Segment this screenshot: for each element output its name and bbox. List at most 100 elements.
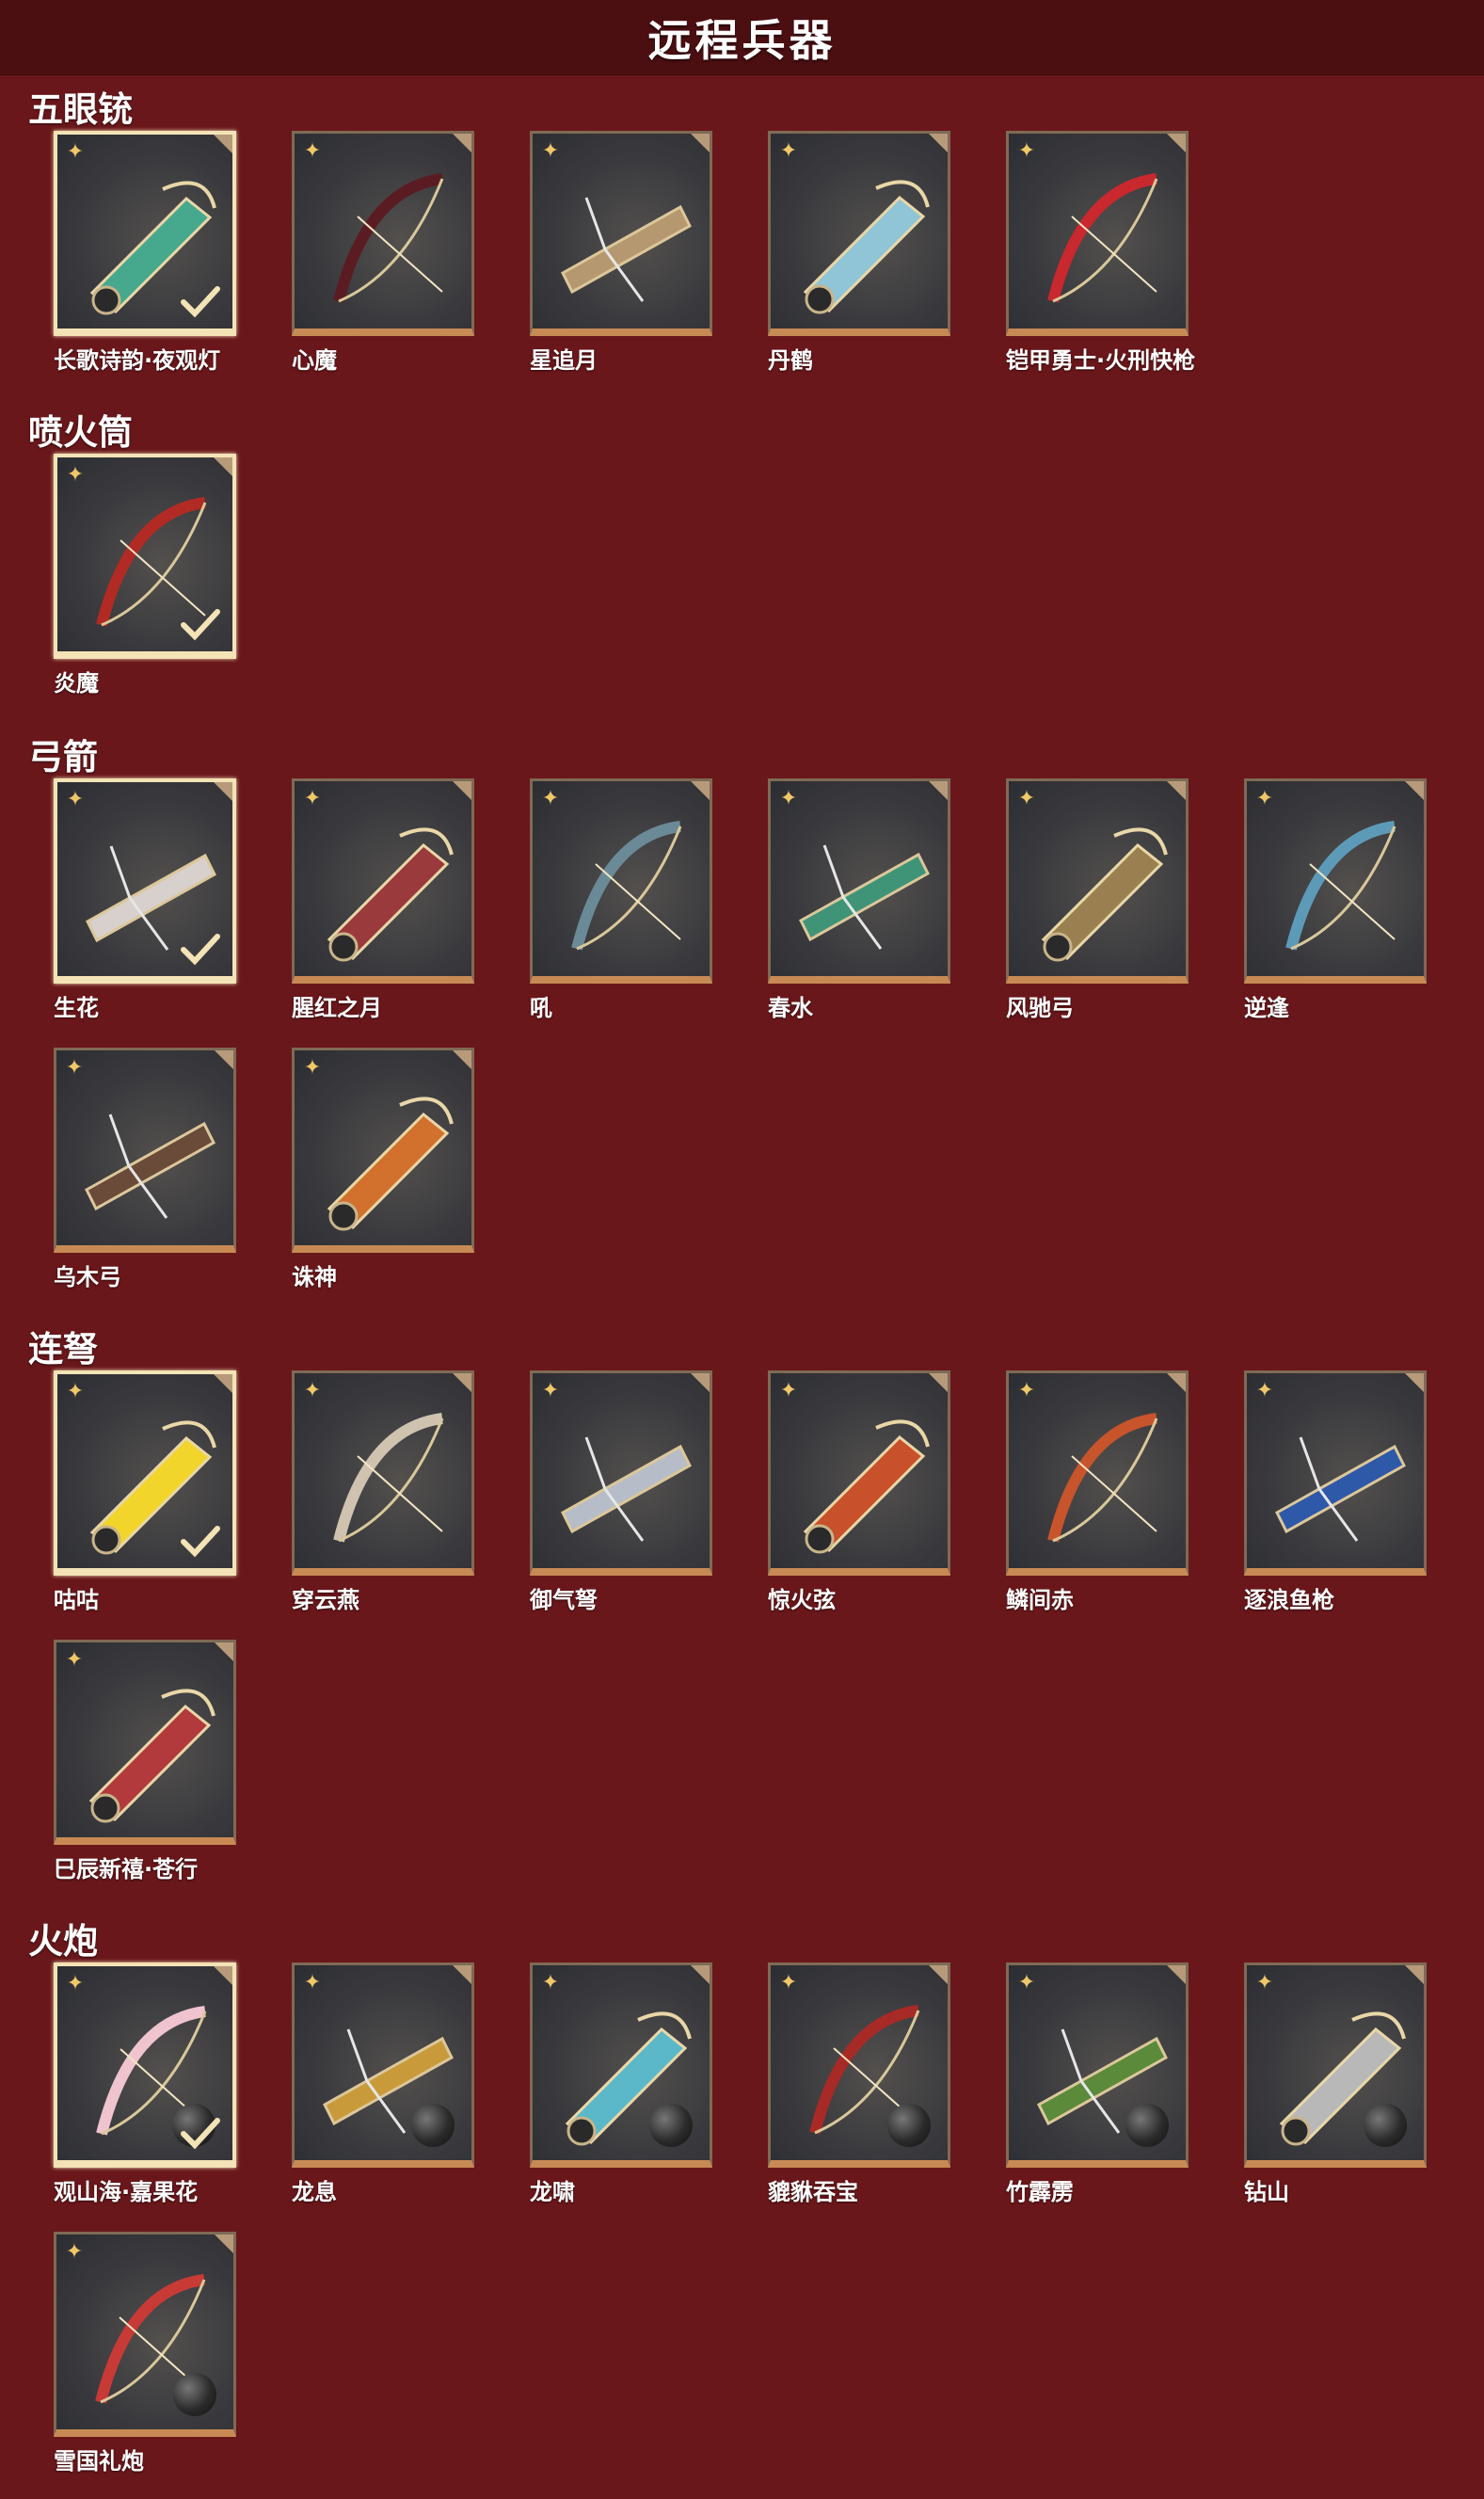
weapon-item[interactable]: ✦ 鳞间赤 <box>1006 1370 1189 1615</box>
weapon-name: 御气弩 <box>530 1587 598 1613</box>
weapon-card[interactable]: ✦ <box>1006 1370 1189 1576</box>
weapon-card[interactable]: ✦ <box>768 778 950 984</box>
weapon-name: 春水 <box>768 995 813 1021</box>
star-icon: ✦ <box>1017 1971 1036 1994</box>
star-icon: ✦ <box>303 1056 322 1080</box>
weapon-image <box>799 844 930 950</box>
weapon-name: 风驰弓 <box>1006 995 1074 1021</box>
weapon-card[interactable]: ✦ <box>54 1048 236 1253</box>
star-icon: ✦ <box>66 140 85 164</box>
corner-tab-icon <box>453 1373 471 1392</box>
weapon-item[interactable]: ✦ 春水 <box>768 778 950 1023</box>
star-icon: ✦ <box>779 1379 798 1402</box>
weapon-item[interactable]: ✦ 生花 <box>54 778 236 1023</box>
weapon-item[interactable]: ✦ 御气弩 <box>530 1370 712 1615</box>
weapon-card[interactable]: ✦ <box>54 1640 236 1845</box>
weapon-card[interactable]: ✦ <box>292 778 474 984</box>
weapon-name: 貔貅吞宝 <box>768 2179 858 2205</box>
weapon-item[interactable]: ✦ 乌木弓 <box>54 1048 236 1292</box>
section-title: 火炮 <box>28 1921 98 1962</box>
weapon-card[interactable]: ✦ <box>1244 778 1427 984</box>
weapon-name: 铠甲勇士·火刑快枪 <box>1006 347 1196 374</box>
weapon-card[interactable]: ✦ <box>54 778 236 984</box>
weapon-item[interactable]: ✦ 惊火弦 <box>768 1370 950 1615</box>
corner-tab-icon <box>929 781 948 800</box>
corner-tab-icon <box>1405 1965 1424 1984</box>
weapon-card[interactable]: ✦ <box>54 1370 236 1576</box>
weapon-item[interactable]: ✦ 铠甲勇士·火刑快枪 <box>1006 131 1195 376</box>
weapon-name: 雪国礼炮 <box>54 2448 144 2475</box>
weapon-name: 观山海·嘉果花 <box>54 2179 199 2205</box>
weapon-item[interactable]: ✦ 雪国礼炮 <box>54 2232 236 2476</box>
weapon-card[interactable]: ✦ <box>1244 1370 1427 1576</box>
corner-tab-icon <box>1405 781 1424 800</box>
weapon-card[interactable]: ✦ <box>54 131 236 336</box>
weapon-item[interactable]: ✦ 吼 <box>530 778 712 1023</box>
weapon-card[interactable]: ✦ <box>530 1370 712 1576</box>
star-icon: ✦ <box>65 1056 84 1080</box>
section-title: 连弩 <box>28 1329 98 1370</box>
weapon-card[interactable]: ✦ <box>1244 1962 1427 2168</box>
weapon-card[interactable]: ✦ <box>1006 778 1189 984</box>
corner-tab-icon <box>453 1965 471 1984</box>
star-icon: ✦ <box>1255 787 1274 810</box>
corner-tab-icon <box>929 134 948 152</box>
weapon-name: 龙啸 <box>530 2179 575 2205</box>
weapon-item[interactable]: ✦ 腥红之月 <box>292 778 474 1023</box>
weapon-item[interactable]: ✦ 龙啸 <box>530 1962 712 2207</box>
weapon-name: 星追月 <box>530 347 598 374</box>
star-icon: ✦ <box>66 788 85 811</box>
weapon-card[interactable]: ✦ <box>292 1370 474 1576</box>
weapon-item[interactable]: ✦ 诛神 <box>292 1048 474 1292</box>
corner-tab-icon <box>1167 1965 1186 1984</box>
star-icon: ✦ <box>65 2240 84 2264</box>
weapon-item[interactable]: ✦ 巳辰新禧·苍行 <box>54 1640 236 1884</box>
weapon-item[interactable]: ✦ 貔貅吞宝 <box>768 1962 950 2207</box>
weapon-item[interactable]: ✦ 风驰弓 <box>1006 778 1189 1023</box>
weapon-item[interactable]: ✦ 龙息 <box>292 1962 474 2207</box>
weapon-item[interactable]: ✦ 长歌诗韵·夜观灯 <box>54 131 236 376</box>
weapon-card[interactable]: ✦ <box>292 131 474 336</box>
corner-tab-icon <box>214 1966 232 1985</box>
weapon-item[interactable]: ✦ 观山海·嘉果花 <box>54 1962 236 2207</box>
corner-tab-icon <box>1405 1373 1424 1392</box>
weapon-item[interactable]: ✦ 丹鹤 <box>768 131 950 376</box>
weapon-card[interactable]: ✦ <box>768 131 950 336</box>
weapon-card[interactable]: ✦ <box>54 454 236 659</box>
weapon-card[interactable]: ✦ <box>292 1962 474 2168</box>
star-icon: ✦ <box>303 1971 322 1994</box>
weapon-name: 穿云燕 <box>292 1587 359 1613</box>
weapon-card[interactable]: ✦ <box>54 1962 236 2168</box>
cannonball-icon <box>1125 2104 1169 2147</box>
corner-tab-icon <box>215 1642 233 1661</box>
weapon-item[interactable]: ✦ 心魔 <box>292 131 474 376</box>
check-icon <box>181 2118 220 2150</box>
corner-tab-icon <box>1167 134 1186 152</box>
star-icon: ✦ <box>541 787 560 810</box>
weapon-item[interactable]: ✦ 逆逢 <box>1244 778 1427 1023</box>
weapon-card[interactable]: ✦ <box>768 1370 950 1576</box>
weapon-card[interactable]: ✦ <box>768 1962 950 2168</box>
star-icon: ✦ <box>303 139 322 163</box>
weapon-card[interactable]: ✦ <box>292 1048 474 1253</box>
corner-tab-icon <box>214 457 232 476</box>
weapon-item[interactable]: ✦ 炎魔 <box>54 454 236 698</box>
weapon-item[interactable]: ✦ 星追月 <box>530 131 712 376</box>
weapon-card[interactable]: ✦ <box>1006 131 1189 336</box>
weapon-name: 逆逢 <box>1244 995 1289 1021</box>
weapon-card[interactable]: ✦ <box>530 131 712 336</box>
weapon-card[interactable]: ✦ <box>530 778 712 984</box>
corner-tab-icon <box>214 1374 232 1393</box>
corner-tab-icon <box>929 1373 948 1392</box>
star-icon: ✦ <box>303 787 322 810</box>
weapon-item[interactable]: ✦ 钻山 <box>1244 1962 1427 2207</box>
star-icon: ✦ <box>541 1971 560 1994</box>
weapon-item[interactable]: ✦ 穿云燕 <box>292 1370 474 1615</box>
weapon-item[interactable]: ✦ 逐浪鱼枪 <box>1244 1370 1427 1615</box>
weapon-image <box>1047 1413 1158 1543</box>
weapon-card[interactable]: ✦ <box>54 2232 236 2437</box>
weapon-card[interactable]: ✦ <box>1006 1962 1189 2168</box>
weapon-item[interactable]: ✦ 竹霹雳 <box>1006 1962 1189 2207</box>
weapon-item[interactable]: ✦ 咕咕 <box>54 1370 236 1615</box>
weapon-card[interactable]: ✦ <box>530 1962 712 2168</box>
